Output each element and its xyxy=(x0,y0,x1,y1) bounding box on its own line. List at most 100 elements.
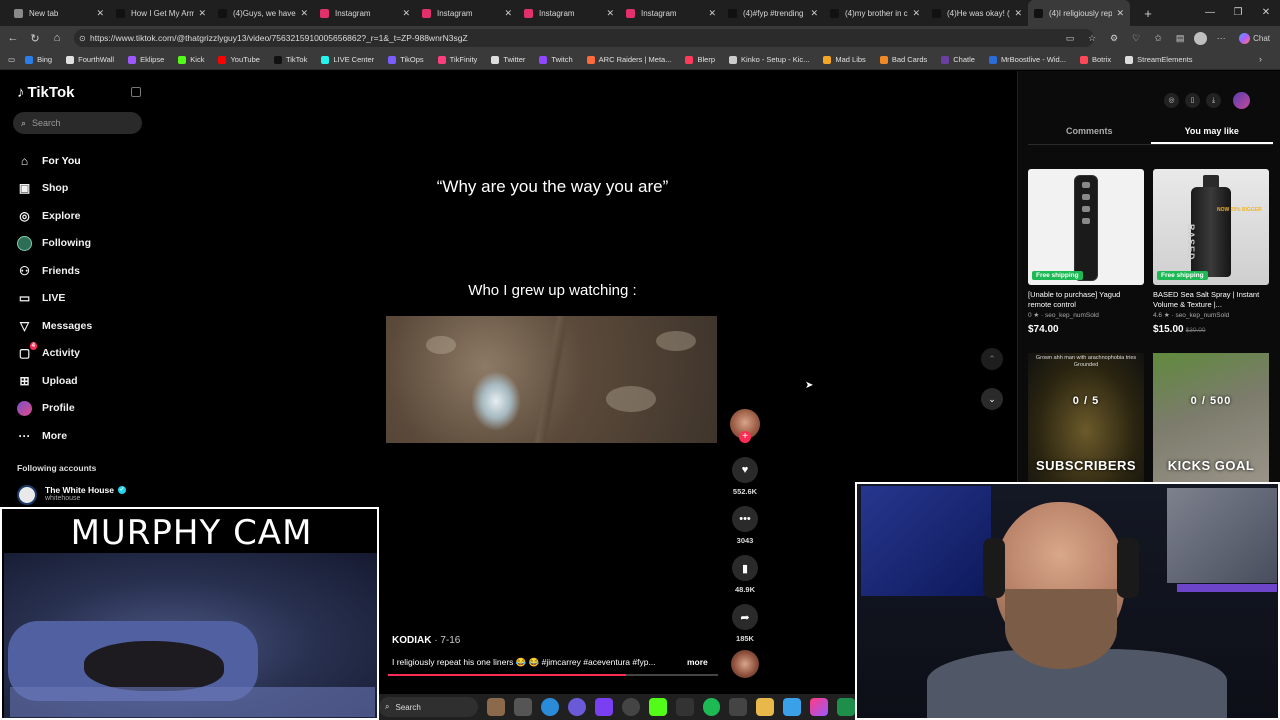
close-window-icon[interactable]: ✕ xyxy=(1252,0,1280,26)
bookmarks-overflow-chevron-icon[interactable]: › xyxy=(1259,54,1262,64)
browser-essentials-icon[interactable]: ♡ xyxy=(1128,33,1144,44)
close-icon[interactable]: ✕ xyxy=(300,8,308,19)
minimize-icon[interactable]: — xyxy=(1196,0,1224,26)
product-card[interactable]: Free shipping [Unable to purchase] Yagud… xyxy=(1028,169,1144,335)
spotify-icon[interactable] xyxy=(702,698,721,716)
bookmark-item[interactable]: Botrix xyxy=(1079,55,1111,64)
video-author-row[interactable]: KODIAK · 7-16 xyxy=(392,635,460,646)
browser-profile-avatar[interactable] xyxy=(1194,31,1208,45)
tab-you-may-like[interactable]: You may like xyxy=(1150,121,1273,144)
app-grid-icon[interactable] xyxy=(595,698,613,716)
close-icon[interactable]: ✕ xyxy=(912,8,920,19)
description-more-link[interactable]: more xyxy=(687,657,708,667)
nav-item-activity[interactable]: ▢ 4 Activity xyxy=(17,340,147,368)
edge-icon[interactable] xyxy=(541,698,560,716)
product-card[interactable]: BASED NOW 29% BIGGER Free shipping BASED… xyxy=(1153,169,1269,335)
bookmark-icon[interactable]: ▮ xyxy=(732,555,758,581)
nav-item-live[interactable]: ▭ LIVE xyxy=(17,285,147,313)
previous-video-chevron-up-icon[interactable]: ⌃ xyxy=(981,348,1003,370)
split-screen-icon[interactable]: ▭ xyxy=(1062,33,1078,44)
tab-comments[interactable]: Comments xyxy=(1028,121,1151,144)
browser-tab[interactable]: (4)Guys, we have n ✕ xyxy=(212,0,314,26)
extensions-icon[interactable]: ⚙ xyxy=(1106,33,1122,44)
copilot-chat-button[interactable]: Chat xyxy=(1235,32,1274,44)
excel-icon[interactable] xyxy=(837,698,855,716)
app-icon[interactable] xyxy=(675,698,694,716)
task-view-icon[interactable] xyxy=(514,698,533,716)
following-account-item[interactable]: The White House ✓ whitehouse xyxy=(17,485,126,505)
bookmark-item[interactable]: Kick xyxy=(178,55,204,64)
nav-item-following[interactable]: Following xyxy=(17,230,147,258)
bookmark-item[interactable]: TikTok xyxy=(273,55,307,64)
file-explorer-icon[interactable] xyxy=(756,698,775,716)
bookmark-item[interactable]: Kinko - Setup - Kic... xyxy=(729,55,809,64)
bookmark-item[interactable]: Bad Cards xyxy=(879,55,927,64)
url-input[interactable]: ⊙ https://www.tiktok.com/@thatgrizzlyguy… xyxy=(74,29,1094,47)
video-progress-bar[interactable] xyxy=(388,674,718,676)
bookmark-item[interactable]: TikFinity xyxy=(437,55,477,64)
coins-icon[interactable]: ◎ xyxy=(1164,93,1179,108)
bookmark-item[interactable]: Blerp xyxy=(685,55,715,64)
restore-icon[interactable]: ❐ xyxy=(1224,0,1252,26)
home-icon[interactable]: ⌂ xyxy=(46,32,68,44)
messenger-icon[interactable] xyxy=(568,698,587,716)
bookmark-item[interactable]: StreamElements xyxy=(1125,55,1193,64)
bookmark-item[interactable]: Twitter xyxy=(491,55,525,64)
bookmark-item[interactable]: Twitch xyxy=(539,55,573,64)
bookmark-item[interactable]: Eklipse xyxy=(128,55,164,64)
more-menu-icon[interactable]: ··· xyxy=(1213,33,1229,43)
next-video-chevron-down-icon[interactable]: ⌄ xyxy=(981,388,1003,410)
browser-tab[interactable]: How I Get My Armi ✕ xyxy=(110,0,212,26)
close-icon[interactable]: ✕ xyxy=(198,8,206,19)
settings-icon[interactable] xyxy=(729,698,748,716)
bookmark-item[interactable]: MrBoostlive - Wid... xyxy=(988,55,1066,64)
back-icon[interactable]: ← xyxy=(2,32,24,44)
save-action[interactable]: ▮ 48.9K xyxy=(728,555,762,594)
nav-item-upload[interactable]: ⊞ Upload xyxy=(17,367,147,395)
close-icon[interactable]: ✕ xyxy=(1014,8,1022,19)
nav-item-messages[interactable]: ▽ Messages xyxy=(17,312,147,340)
tiktok-logo[interactable]: ♪ TikTok xyxy=(17,84,74,101)
obs-icon[interactable] xyxy=(621,698,640,716)
music-disc-icon[interactable] xyxy=(731,650,759,678)
collections-icon[interactable]: ▤ xyxy=(1172,33,1188,44)
bookmark-item[interactable]: FourthWall xyxy=(66,55,114,64)
nav-item-friends[interactable]: ⚇ Friends xyxy=(17,257,147,285)
favorite-star-icon[interactable]: ☆ xyxy=(1084,33,1100,44)
close-icon[interactable]: ✕ xyxy=(708,8,716,19)
bookmark-item[interactable]: Bing xyxy=(25,55,52,64)
download-icon[interactable]: ⤓ xyxy=(1206,93,1221,108)
new-tab-button[interactable]: + xyxy=(1136,6,1160,21)
browser-tab[interactable]: (4)my brother in ch ✕ xyxy=(824,0,926,26)
bookmark-item[interactable]: ARC Raiders | Meta... xyxy=(586,55,671,64)
follow-plus-icon[interactable]: + xyxy=(739,431,751,443)
bookmark-item[interactable]: LIVE Center xyxy=(321,55,374,64)
browser-tab[interactable]: Instagram ✕ xyxy=(416,0,518,26)
notepad-icon[interactable] xyxy=(783,698,802,716)
browser-tab[interactable]: (4)#fyp #trending # ✕ xyxy=(722,0,824,26)
collapse-sidebar-icon[interactable] xyxy=(131,87,141,97)
browser-tab[interactable]: Instagram ✕ xyxy=(314,0,416,26)
share-icon[interactable]: ➦ xyxy=(732,604,758,630)
like-action[interactable]: ♥ 552.6K xyxy=(728,457,762,496)
bookmark-item[interactable]: Mad Libs xyxy=(823,55,866,64)
nav-item-for-you[interactable]: ⌂ For You xyxy=(17,147,147,175)
kick-icon[interactable] xyxy=(648,698,667,716)
close-icon[interactable]: ✕ xyxy=(96,8,104,19)
browser-tab[interactable]: (4)He was okay! (v ✕ xyxy=(926,0,1028,26)
photos-icon[interactable] xyxy=(810,698,829,716)
user-avatar[interactable] xyxy=(1233,92,1250,109)
bookmark-item[interactable]: TikOps xyxy=(388,55,424,64)
taskbar-search[interactable]: ⌕ Search xyxy=(379,697,479,717)
share-action[interactable]: ➦ 185K xyxy=(728,604,762,643)
device-icon[interactable]: ▯ xyxy=(1185,93,1200,108)
close-icon[interactable]: ✕ xyxy=(810,8,818,19)
comment-icon[interactable]: ••• xyxy=(732,506,758,532)
nav-item-shop[interactable]: ▣ Shop xyxy=(17,175,147,203)
close-icon[interactable]: ✕ xyxy=(504,8,512,19)
bookmark-item[interactable]: YouTube xyxy=(218,55,260,64)
nav-item-explore[interactable]: ◎ Explore xyxy=(17,202,147,230)
browser-tab[interactable]: (4)I religiously repe ✕ xyxy=(1028,0,1130,26)
browser-tab[interactable]: New tab ✕ xyxy=(8,0,110,26)
close-icon[interactable]: ✕ xyxy=(1116,8,1124,19)
